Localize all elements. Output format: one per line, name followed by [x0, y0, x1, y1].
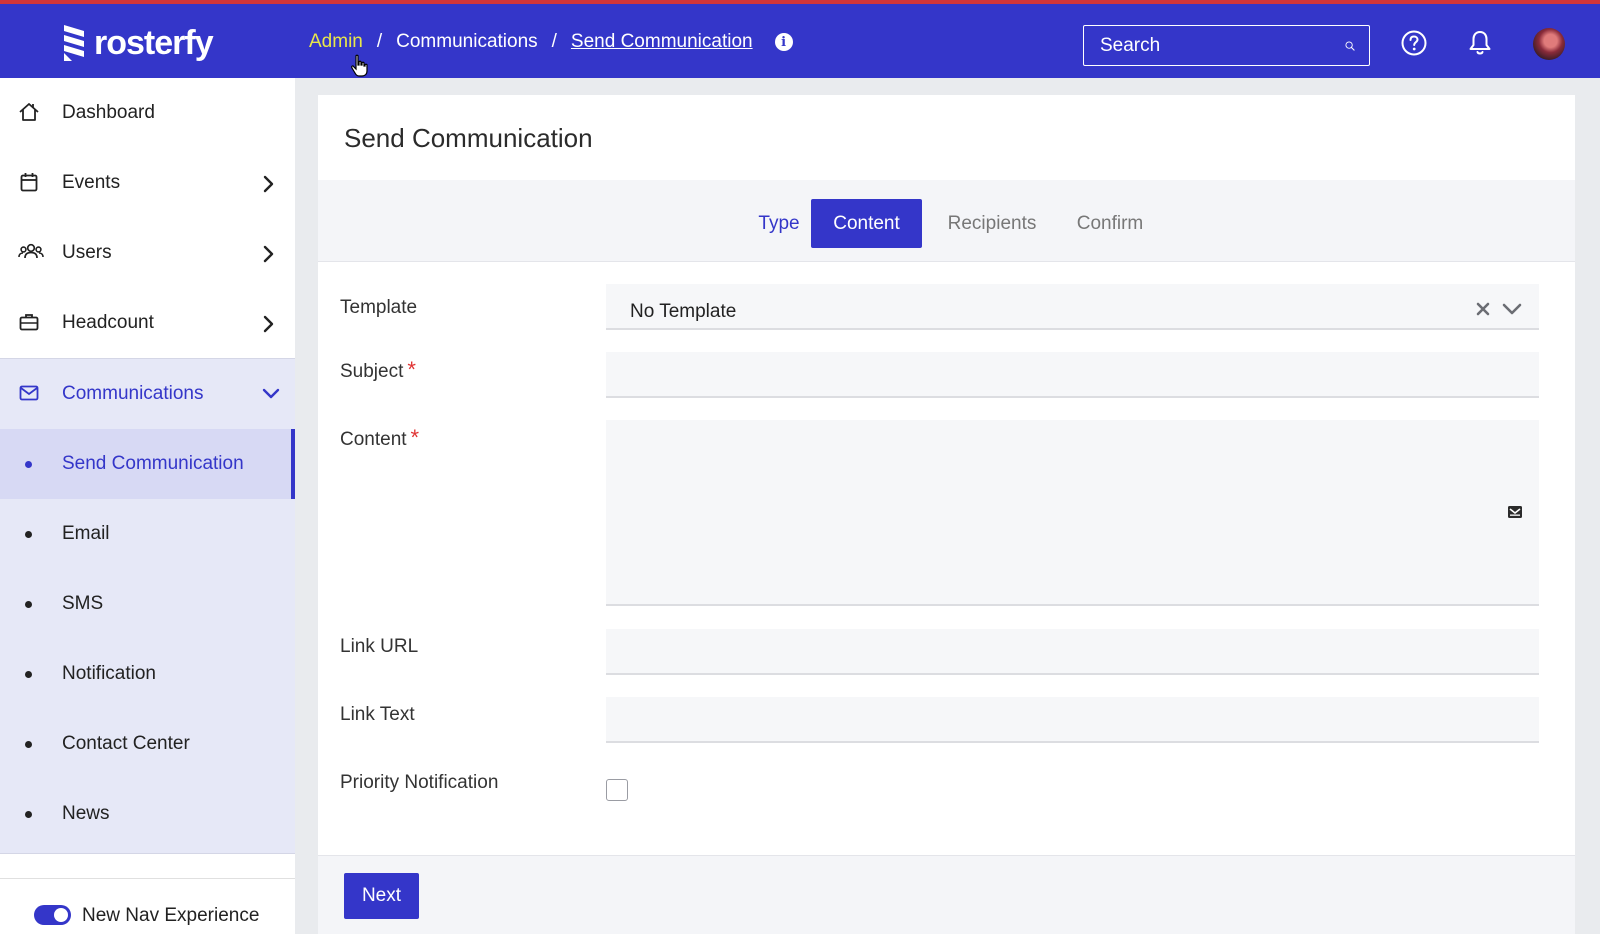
priority-notification-checkbox[interactable]: [606, 779, 628, 801]
new-nav-toggle-label: New Nav Experience: [82, 905, 260, 926]
sidebar-item-events[interactable]: Events: [0, 148, 295, 218]
bell-icon[interactable]: [1468, 30, 1492, 56]
breadcrumb: Admin / Communications / Send Communicat…: [309, 31, 793, 53]
bullet-icon: [25, 740, 32, 748]
sidebar-subitem-label: Notification: [62, 663, 156, 684]
sidebar-subitem-send-communication[interactable]: Send Communication: [0, 429, 295, 499]
sidebar-subitem-label: Contact Center: [62, 733, 190, 754]
sidebar-item-label: Users: [62, 242, 112, 263]
form-footer: Next: [318, 855, 1575, 934]
users-icon: [18, 243, 44, 259]
sidebar-item-label: Dashboard: [62, 102, 155, 123]
wizard-steps: Type Content Recipients Confirm: [318, 180, 1575, 262]
sidebar-subitem-label: Send Communication: [62, 453, 244, 474]
sidebar-item-headcount[interactable]: Headcount: [0, 288, 295, 358]
help-icon[interactable]: [1401, 30, 1427, 56]
page-title: Send Communication: [344, 123, 593, 153]
search-box[interactable]: [1083, 25, 1370, 66]
sidebar-item-label: Events: [62, 172, 121, 193]
content-field[interactable]: [606, 420, 1539, 606]
chevron-right-icon: [263, 175, 274, 193]
chevron-right-icon: [263, 315, 274, 333]
breadcrumb-admin[interactable]: Admin: [309, 31, 363, 53]
app-name: rosterfy: [94, 23, 214, 62]
bullet-icon: [25, 460, 32, 468]
step-confirm[interactable]: Confirm: [1070, 199, 1150, 248]
step-type[interactable]: Type: [743, 199, 815, 248]
link-url-input[interactable]: [606, 629, 1539, 673]
sidebar-subitem-sms[interactable]: SMS: [0, 569, 295, 639]
calendar-icon: [20, 173, 38, 192]
communications-section: Communications Send Communication Email …: [0, 358, 295, 854]
briefcase-icon: [19, 314, 39, 331]
subject-label: Subject *: [340, 357, 416, 383]
search-icon[interactable]: [1345, 35, 1355, 57]
breadcrumb-separator: /: [376, 31, 383, 52]
home-icon: [19, 103, 39, 121]
link-url-field[interactable]: [606, 629, 1539, 675]
bullet-icon: [25, 670, 32, 678]
template-select-value: No Template: [630, 301, 737, 322]
priority-notification-label: Priority Notification: [340, 772, 499, 793]
breadcrumb-separator: /: [551, 31, 557, 52]
new-nav-toggle[interactable]: [34, 905, 71, 925]
link-url-label: Link URL: [340, 636, 419, 657]
sidebar-item-label: Communications: [62, 383, 204, 404]
sidebar-subitem-email[interactable]: Email: [0, 499, 295, 569]
link-text-input[interactable]: [606, 697, 1539, 741]
content-label-text: Content: [340, 429, 407, 450]
content-textarea[interactable]: [606, 420, 1539, 604]
sidebar-subitem-contact-center[interactable]: Contact Center: [0, 709, 295, 779]
chevron-right-icon: [263, 245, 274, 263]
breadcrumb-communications[interactable]: Communications: [396, 31, 538, 53]
envelope-icon[interactable]: [1507, 505, 1523, 519]
new-nav-toggle-row: New Nav Experience: [0, 878, 295, 934]
bullet-icon: [25, 530, 32, 538]
bullet-icon: [25, 600, 32, 608]
sidebar-subitem-news[interactable]: News: [0, 779, 295, 849]
next-button[interactable]: Next: [344, 873, 419, 919]
top-bar: rosterfy Admin / Communications / Send C…: [0, 0, 1600, 78]
chevron-down-icon: [262, 388, 280, 399]
required-mark: *: [407, 357, 416, 382]
rosterfy-logo-icon: [64, 25, 84, 61]
subject-field[interactable]: [606, 352, 1539, 398]
chevron-down-icon[interactable]: [1502, 301, 1522, 317]
step-content[interactable]: Content: [811, 199, 922, 248]
info-icon[interactable]: i: [774, 33, 793, 51]
app-logo[interactable]: rosterfy: [62, 23, 214, 63]
sidebar-item-dashboard[interactable]: Dashboard: [0, 78, 295, 148]
user-avatar[interactable]: [1533, 28, 1565, 60]
mail-icon: [19, 385, 39, 401]
clear-icon[interactable]: [1475, 301, 1491, 317]
sidebar: Dashboard Events Users Headcount Communi…: [0, 78, 295, 934]
sidebar-item-label: Headcount: [62, 312, 154, 333]
sidebar-subitem-label: News: [62, 803, 110, 824]
subject-label-text: Subject: [340, 361, 404, 382]
sidebar-subitem-label: SMS: [62, 593, 104, 614]
step-recipients[interactable]: Recipients: [938, 199, 1046, 248]
sidebar-subitem-label: Email: [62, 523, 110, 544]
subject-input[interactable]: [606, 352, 1539, 396]
link-text-label: Link Text: [340, 704, 415, 725]
bullet-icon: [25, 810, 32, 818]
template-select[interactable]: No Template: [606, 284, 1539, 330]
sidebar-item-communications[interactable]: Communications: [0, 359, 295, 429]
content-label: Content *: [340, 425, 419, 451]
required-mark: *: [410, 425, 420, 450]
send-communication-card: Send Communication Type Content Recipien…: [318, 95, 1575, 934]
breadcrumb-send-communication[interactable]: Send Communication: [571, 31, 753, 53]
mouse-pointer-icon: [351, 54, 368, 77]
sidebar-subitem-notification[interactable]: Notification: [0, 639, 295, 709]
template-label: Template: [340, 297, 418, 318]
sidebar-item-users[interactable]: Users: [0, 218, 295, 288]
search-input[interactable]: [1100, 34, 1345, 57]
link-text-field[interactable]: [606, 697, 1539, 743]
